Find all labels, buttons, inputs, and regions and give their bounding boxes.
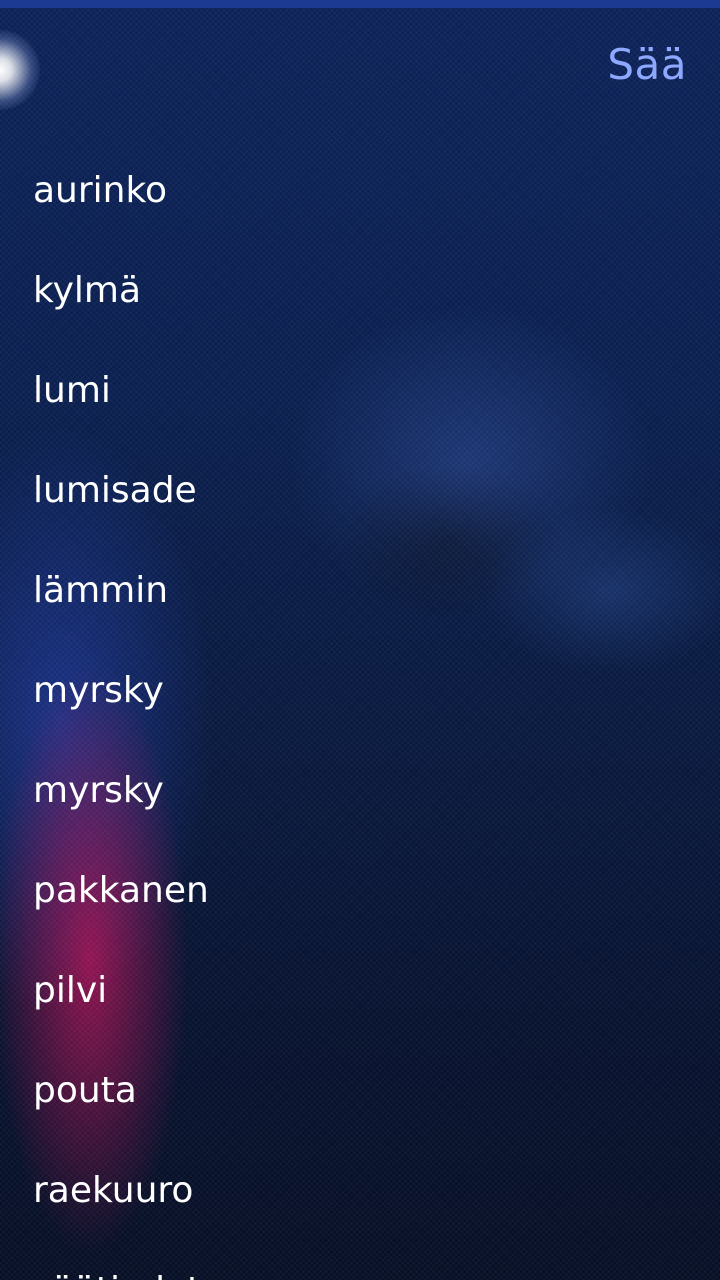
status-bar-strip <box>0 0 720 8</box>
list-item[interactable]: lumi <box>0 340 720 440</box>
list-item[interactable]: myrsky <box>0 640 720 740</box>
list-item[interactable]: aurinko <box>0 140 720 240</box>
list-item[interactable]: lämmin <box>0 540 720 640</box>
list-item[interactable]: pouta <box>0 1040 720 1140</box>
pulley-menu-glow-indicator <box>0 30 40 110</box>
list-item[interactable]: säätiedotus <box>0 1240 720 1280</box>
list-item[interactable]: pakkanen <box>0 840 720 940</box>
app-screen: Sää aurinko kylmä lumi lumisade lämmin m… <box>0 0 720 1280</box>
page-title: Sää <box>607 40 687 89</box>
list-item[interactable]: pilvi <box>0 940 720 1040</box>
list-item[interactable]: raekuuro <box>0 1140 720 1240</box>
list-item[interactable]: lumisade <box>0 440 720 540</box>
word-list: aurinko kylmä lumi lumisade lämmin myrsk… <box>0 140 720 1280</box>
list-item[interactable]: myrsky <box>0 740 720 840</box>
list-item[interactable]: kylmä <box>0 240 720 340</box>
